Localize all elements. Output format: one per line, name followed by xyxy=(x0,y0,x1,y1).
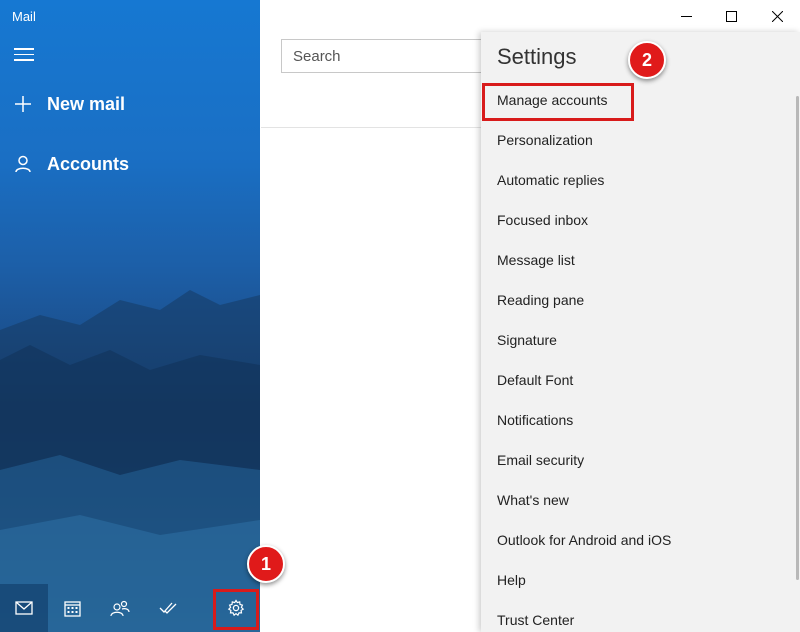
app-title: Mail xyxy=(12,9,36,24)
gear-highlight-box xyxy=(213,589,259,630)
maximize-icon[interactable] xyxy=(708,0,754,32)
accounts-button[interactable]: Accounts xyxy=(0,144,260,184)
settings-item-help[interactable]: Help xyxy=(481,560,791,600)
settings-item-outlook-mobile[interactable]: Outlook for Android and iOS xyxy=(481,520,791,560)
settings-item-whats-new[interactable]: What's new xyxy=(481,480,791,520)
hamburger-icon[interactable] xyxy=(14,48,34,64)
minimize-icon[interactable] xyxy=(663,0,709,32)
settings-item-message-list[interactable]: Message list xyxy=(481,240,791,280)
step-1-marker: 1 xyxy=(247,545,285,583)
settings-item-notifications[interactable]: Notifications xyxy=(481,400,791,440)
settings-panel: Settings Manage accounts Personalization… xyxy=(481,32,800,632)
settings-item-focused-inbox[interactable]: Focused inbox xyxy=(481,200,791,240)
accounts-label: Accounts xyxy=(47,153,130,174)
settings-item-reading-pane[interactable]: Reading pane xyxy=(481,280,791,320)
divider xyxy=(261,127,491,128)
settings-title: Settings xyxy=(497,44,577,69)
settings-item-personalization[interactable]: Personalization xyxy=(481,120,791,160)
settings-item-signature[interactable]: Signature xyxy=(481,320,791,360)
new-mail-label: New mail xyxy=(47,93,126,114)
calendar-icon[interactable] xyxy=(48,584,96,632)
settings-list: Manage accounts Personalization Automati… xyxy=(481,80,791,632)
mail-icon[interactable] xyxy=(0,584,48,632)
person-icon xyxy=(0,155,47,173)
settings-item-default-font[interactable]: Default Font xyxy=(481,360,791,400)
settings-scrollbar[interactable] xyxy=(796,96,799,580)
new-mail-button[interactable]: New mail xyxy=(0,84,260,124)
search-input[interactable]: Search xyxy=(281,39,491,73)
settings-item-trust-center[interactable]: Trust Center xyxy=(481,600,791,632)
close-icon[interactable] xyxy=(754,0,800,32)
manage-accounts-highlight-box xyxy=(482,83,634,121)
navigation-pane: Mail New mail Accounts xyxy=(0,0,260,632)
settings-item-automatic-replies[interactable]: Automatic replies xyxy=(481,160,791,200)
todo-icon[interactable] xyxy=(144,584,192,632)
settings-item-email-security[interactable]: Email security xyxy=(481,440,791,480)
people-icon[interactable] xyxy=(96,584,144,632)
step-2-marker: 2 xyxy=(628,41,666,79)
plus-icon xyxy=(0,95,47,113)
